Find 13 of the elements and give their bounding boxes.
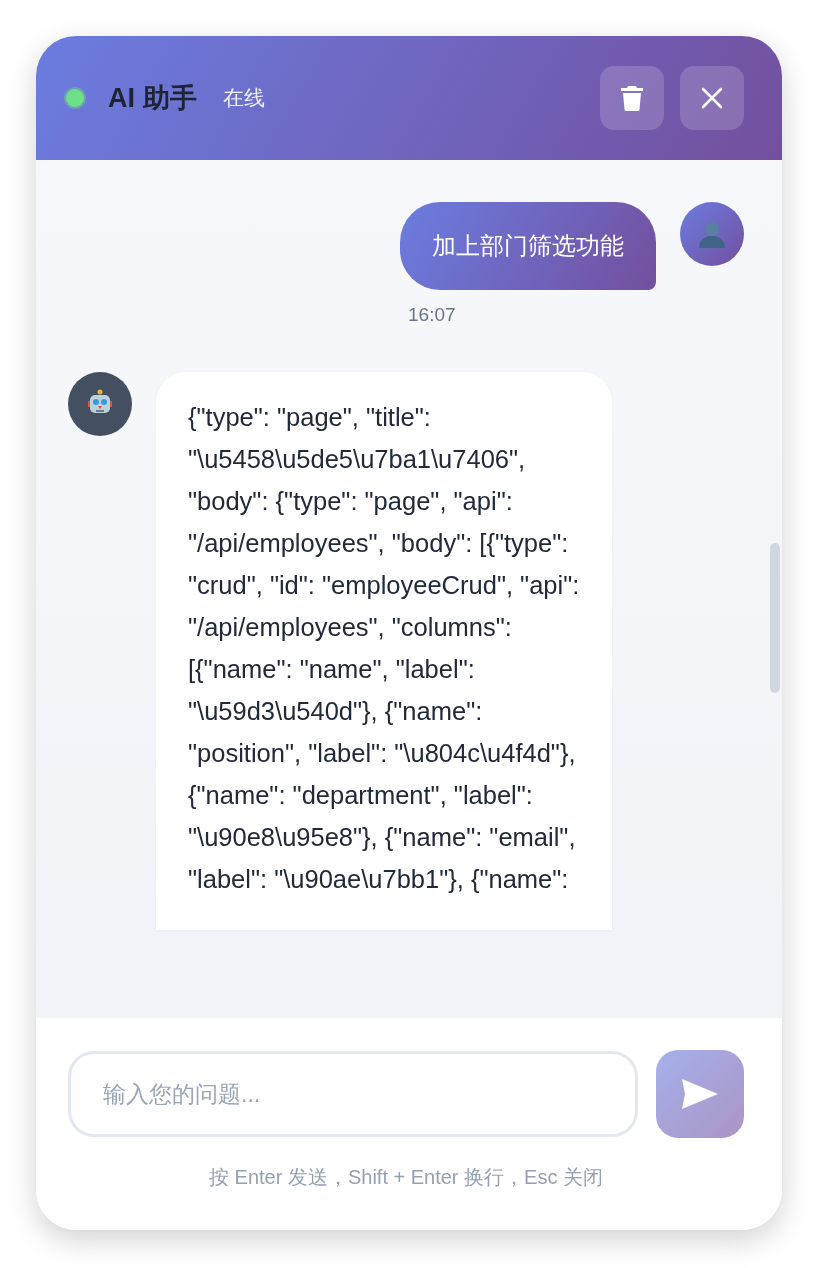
trash-icon [621, 85, 643, 111]
delete-button[interactable] [600, 66, 664, 130]
bot-message: {"type": "page", "title": "\u5458\u5de5\u7ba1\u7406", "body": {"type": "page", "api": "/api/employees", "body": [{"type": "crud", "id": "employeeCrud", "api": "/api/employees", "columns": [{"name": "name", "label": "\u59d3\u540d"}, {"name": "position", "label": "\u804c\u4f4d"}, {"name": "department", "label": "\u90e8\u95e8"}, {"name": "email", "label": "\u90ae\u7bb1"}, {"name": [156, 372, 612, 930]
send-icon [681, 1078, 719, 1110]
close-button[interactable] [680, 66, 744, 130]
message-input[interactable]: 输入您的问题... [68, 1051, 638, 1137]
close-icon [701, 87, 723, 109]
window-title: AI 助手 [108, 82, 197, 115]
message-time: 16:07 [408, 304, 456, 326]
status-text: 在线 [222, 85, 265, 111]
keyboard-hint: 按 Enter 发送，Shift + Enter 换行，Esc 关闭 [208, 1165, 604, 1190]
user-message: 加上部门筛选功能 [400, 202, 656, 290]
scrollbar-thumb[interactable] [770, 543, 780, 693]
